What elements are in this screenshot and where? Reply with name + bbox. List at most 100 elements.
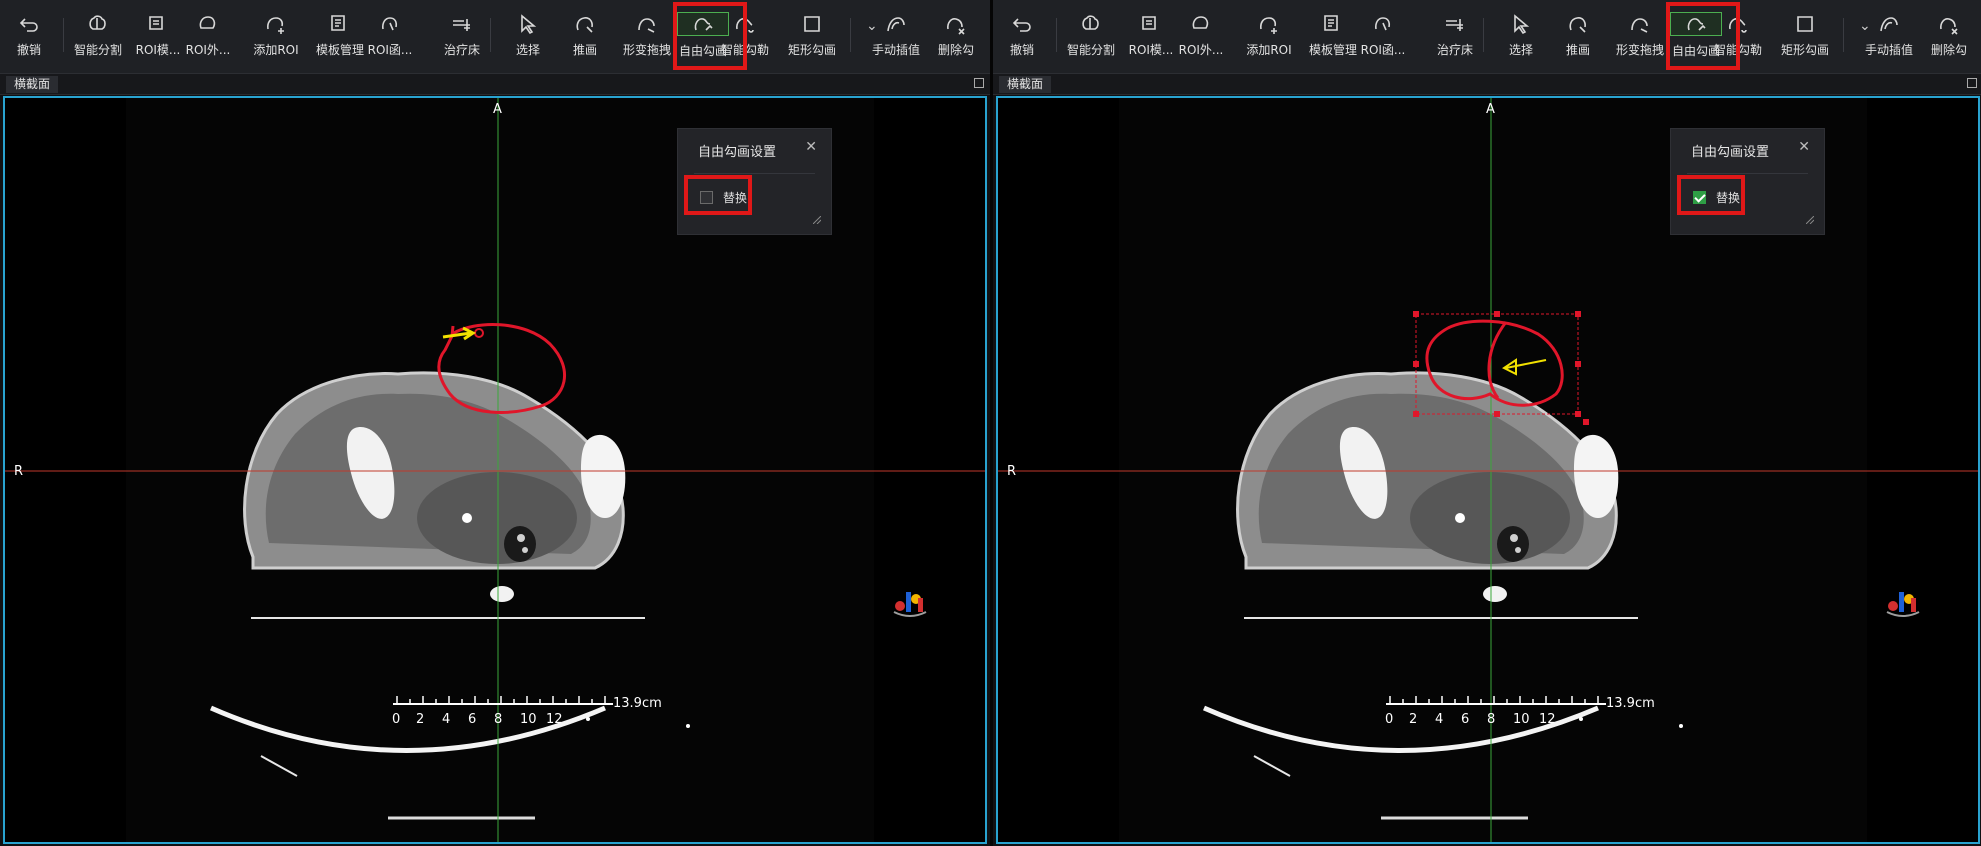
bounding-box-handle bbox=[1575, 411, 1581, 417]
rectangle-icon bbox=[800, 13, 824, 35]
tool-label: 治疗床 bbox=[443, 43, 480, 57]
dialog-title: 自由勾画设置 bbox=[698, 145, 777, 160]
tool-roi-model-button[interactable]: ROI模... bbox=[1126, 4, 1176, 66]
couch-stripe bbox=[260, 755, 298, 777]
deform-drag-icon bbox=[1628, 13, 1652, 35]
tool-label: 删除勾 bbox=[1930, 43, 1967, 57]
tool-manual-interp-button[interactable]: 手动插值 bbox=[864, 4, 928, 66]
roi-function-icon bbox=[1371, 13, 1395, 35]
tool-smart-outline-button[interactable]: 智能勾勒 bbox=[718, 4, 772, 66]
view-tabstrip: 横截面 bbox=[993, 74, 1981, 95]
tool-delete-button[interactable]: 删除勾 bbox=[925, 4, 987, 66]
close-icon[interactable]: ✕ bbox=[1798, 139, 1810, 155]
tool-label: ROI函... bbox=[367, 43, 413, 57]
tab-axial[interactable]: 横截面 bbox=[999, 76, 1052, 93]
orientation-label-right: R bbox=[14, 464, 24, 479]
tool-label: ROI外... bbox=[1178, 43, 1224, 57]
tool-rect-draw-button[interactable]: 矩形勾画 bbox=[1773, 4, 1837, 66]
toolbar-separator bbox=[1843, 18, 1844, 52]
tool-label: 选择 bbox=[515, 43, 540, 57]
axial-viewport[interactable]: A R 13.9cm 0 2 4 6 8 10 12 自由勾画设置 ✕ 替换 bbox=[996, 96, 1980, 844]
brain-icon bbox=[86, 13, 110, 35]
tool-label: 矩形勾画 bbox=[1780, 43, 1829, 57]
panel-after: 撤销 智能分割 ROI模... ROI外... 添加ROI 模板管理 ROI函... 治疗床 选… bbox=[993, 0, 1981, 846]
scale-tick-label: 2 bbox=[1409, 712, 1418, 727]
orientation-label-right: R bbox=[1007, 464, 1017, 479]
tool-smart-outline-button[interactable]: 智能勾勒 bbox=[1711, 4, 1765, 66]
tool-label: 智能分割 bbox=[1066, 43, 1115, 57]
deform-drag-icon bbox=[635, 13, 659, 35]
tool-label: 治疗床 bbox=[1436, 43, 1473, 57]
replace-highlight-box bbox=[1677, 175, 1745, 215]
tool-label: ROI模... bbox=[135, 43, 181, 57]
tool-rect-draw-button[interactable]: 矩形勾画 bbox=[780, 4, 844, 66]
tool-undo-button[interactable]: 撤销 bbox=[1004, 4, 1040, 66]
tool-push-button[interactable]: 推画 bbox=[560, 4, 610, 66]
scale-tick-label: 0 bbox=[1385, 712, 1394, 727]
bounding-box-handle bbox=[1494, 411, 1500, 417]
tool-undo-button[interactable]: 撤销 bbox=[11, 4, 47, 66]
tool-manual-interp-button[interactable]: 手动插值 bbox=[1857, 4, 1921, 66]
push-draw-icon bbox=[573, 13, 597, 35]
scale-tick-label: 8 bbox=[1487, 712, 1496, 727]
toolbar-separator bbox=[1056, 18, 1057, 52]
tool-roi-model-button[interactable]: ROI模... bbox=[133, 4, 183, 66]
tool-add-roi-button[interactable]: 添加ROI bbox=[1239, 4, 1299, 66]
tool-smart-segment-button[interactable]: 智能分割 bbox=[66, 4, 130, 66]
orientation-label-anterior: A bbox=[493, 102, 502, 117]
toolbar-more-chevron-icon[interactable]: ⌄ bbox=[1859, 18, 1871, 34]
scale-bar-ticks bbox=[396, 696, 606, 704]
couch-icon bbox=[1443, 13, 1467, 35]
couch-stripe bbox=[1253, 755, 1291, 777]
add-roi-icon bbox=[264, 13, 288, 35]
roi-function-icon bbox=[378, 13, 402, 35]
cursor-icon bbox=[1509, 13, 1533, 35]
bounding-box-handle bbox=[1575, 311, 1581, 317]
tool-label: 矩形勾画 bbox=[787, 43, 836, 57]
orientation-label-anterior: A bbox=[1486, 102, 1495, 117]
tool-template-manage-button[interactable]: 模板管理 bbox=[310, 4, 370, 66]
tool-label: 模板管理 bbox=[1308, 43, 1357, 57]
resize-handle-icon[interactable] bbox=[813, 216, 821, 224]
tool-smart-segment-button[interactable]: 智能分割 bbox=[1059, 4, 1123, 66]
resize-handle-icon[interactable] bbox=[1806, 216, 1814, 224]
panel-before: 撤销 智能分割 ROI模... ROI外... 添加ROI 模板管理 ROI函... 治疗床 选… bbox=[0, 0, 990, 846]
scale-tick-label: 10 bbox=[1513, 712, 1530, 727]
undo-icon bbox=[17, 13, 41, 35]
smart-outline-icon bbox=[1726, 13, 1750, 35]
scale-tick-label: 10 bbox=[520, 712, 537, 727]
axial-viewport[interactable]: A R 13.9cm 0 2 4 6 8 10 12 自由勾画设置 ✕ 替换 bbox=[3, 96, 987, 844]
maximize-icon[interactable] bbox=[1967, 78, 1977, 88]
close-icon[interactable]: ✕ bbox=[805, 139, 817, 155]
push-draw-icon bbox=[1566, 13, 1590, 35]
interpolation-icon bbox=[884, 13, 908, 35]
roi-model-icon bbox=[146, 13, 170, 35]
cursor-icon bbox=[516, 13, 540, 35]
tool-push-button[interactable]: 推画 bbox=[1553, 4, 1603, 66]
tool-couch-button[interactable]: 治疗床 bbox=[432, 4, 492, 66]
tool-roi-function-button[interactable]: ROI函... bbox=[365, 4, 415, 66]
toolbar-more-chevron-icon[interactable]: ⌄ bbox=[866, 18, 878, 34]
interpolation-icon bbox=[1877, 13, 1901, 35]
tool-select-button[interactable]: 选择 bbox=[503, 4, 553, 66]
toolbar: 撤销 智能分割 ROI模... ROI外... 添加ROI 模板管理 ROI函... 治疗床 选… bbox=[993, 0, 1981, 74]
vendor-logo-icon bbox=[1886, 592, 1920, 617]
undo-icon bbox=[1010, 13, 1034, 35]
tool-roi-function-button[interactable]: ROI函... bbox=[1358, 4, 1408, 66]
tool-roi-outer-button[interactable]: ROI外... bbox=[1176, 4, 1226, 66]
scale-tick-label: 4 bbox=[442, 712, 451, 727]
scale-length-label: 13.9cm bbox=[613, 696, 662, 711]
tool-label: 手动插值 bbox=[871, 43, 920, 57]
scale-length-label: 13.9cm bbox=[1606, 696, 1655, 711]
pointer-arrow bbox=[1502, 358, 1547, 376]
tool-couch-button[interactable]: 治疗床 bbox=[1425, 4, 1485, 66]
bounding-box-handle bbox=[1583, 419, 1589, 425]
tab-axial[interactable]: 横截面 bbox=[6, 76, 59, 93]
tool-template-manage-button[interactable]: 模板管理 bbox=[1303, 4, 1363, 66]
tool-delete-button[interactable]: 删除勾 bbox=[1918, 4, 1980, 66]
maximize-icon[interactable] bbox=[974, 78, 984, 88]
bounding-box-handle bbox=[1575, 361, 1581, 367]
tool-add-roi-button[interactable]: 添加ROI bbox=[246, 4, 306, 66]
tool-roi-outer-button[interactable]: ROI外... bbox=[183, 4, 233, 66]
tool-select-button[interactable]: 选择 bbox=[1496, 4, 1546, 66]
